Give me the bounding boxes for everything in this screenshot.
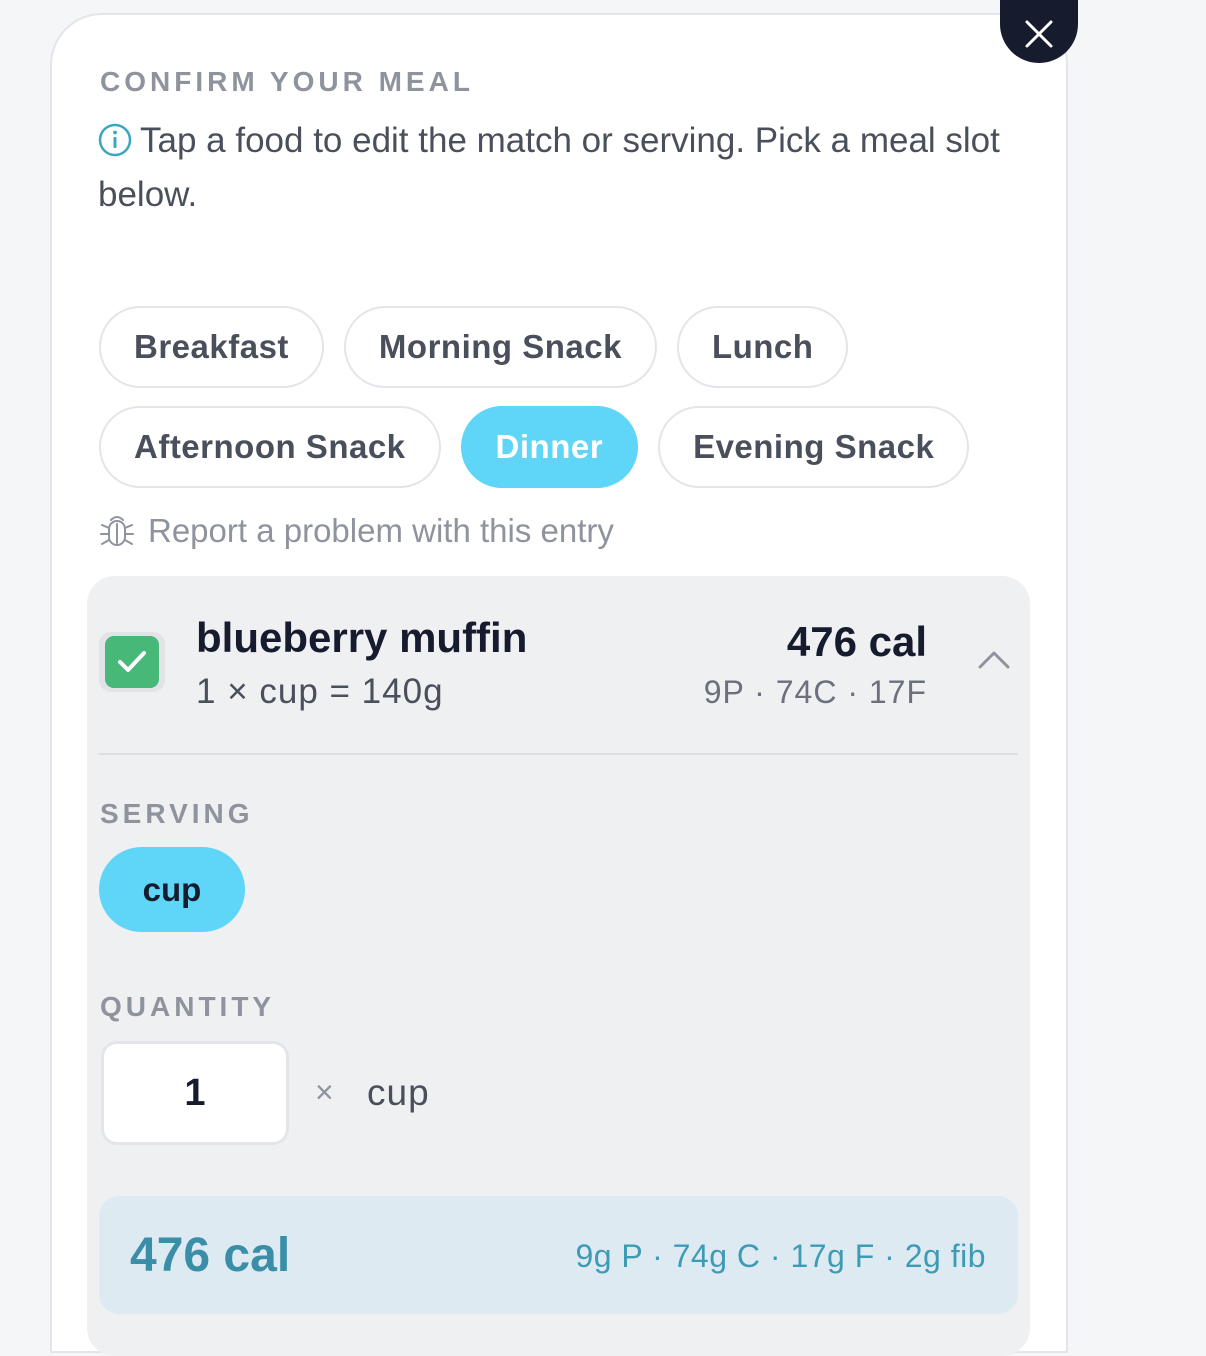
food-calories: 476 cal [786, 618, 927, 665]
meal-slot-dinner[interactable]: Dinner [460, 406, 639, 488]
meal-slot-evening-snack[interactable]: Evening Snack [658, 406, 970, 488]
summary-macros: 9g P · 74g C · 17g F · 2g fib [575, 1238, 986, 1274]
meal-slot-row-1: Breakfast Morning Snack Lunch [99, 306, 849, 388]
meal-slot-morning-snack[interactable]: Morning Snack [343, 306, 657, 388]
meal-slot-lunch[interactable]: Lunch [676, 306, 849, 388]
divider [99, 753, 1018, 755]
chevron-up-icon[interactable] [977, 648, 1011, 670]
meal-slot-afternoon-snack[interactable]: Afternoon Snack [99, 406, 441, 488]
serving-unit-cup[interactable]: cup [99, 847, 245, 932]
meal-slot-row-2: Afternoon Snack Dinner Evening Snack [99, 406, 970, 488]
times-symbol: × [315, 1074, 334, 1110]
food-serving-description: 1 × cup = 140g [196, 672, 444, 711]
quantity-input[interactable] [101, 1041, 289, 1145]
summary-calories: 476 cal [130, 1229, 291, 1282]
food-macros: 9P · 74C · 17F [703, 674, 927, 710]
background-strip [1068, 0, 1206, 1334]
food-item-card: blueberry muffin 1 × cup = 140g 476 cal … [87, 576, 1030, 1356]
quantity-unit: cup [367, 1072, 430, 1113]
report-problem-link[interactable]: Report a problem with this entry [100, 512, 614, 550]
food-item-checkbox[interactable] [99, 632, 165, 692]
report-problem-label: Report a problem with this entry [148, 512, 614, 549]
nutrition-summary: 476 cal 9g P · 74g C · 17g F · 2g fib [99, 1196, 1018, 1314]
close-icon [1025, 20, 1053, 47]
bug-icon [100, 516, 134, 546]
check-icon [118, 651, 146, 672]
helper-text-label: Tap a food to edit the match or serving.… [98, 121, 1000, 214]
meal-slot-breakfast[interactable]: Breakfast [99, 306, 324, 388]
helper-text: Tap a food to edit the match or serving.… [98, 114, 1028, 222]
serving-label: SERVING [100, 798, 254, 829]
info-icon [98, 123, 132, 157]
modal-title: CONFIRM YOUR MEAL [100, 66, 474, 97]
quantity-label: QUANTITY [100, 991, 276, 1022]
food-name[interactable]: blueberry muffin [196, 614, 527, 662]
